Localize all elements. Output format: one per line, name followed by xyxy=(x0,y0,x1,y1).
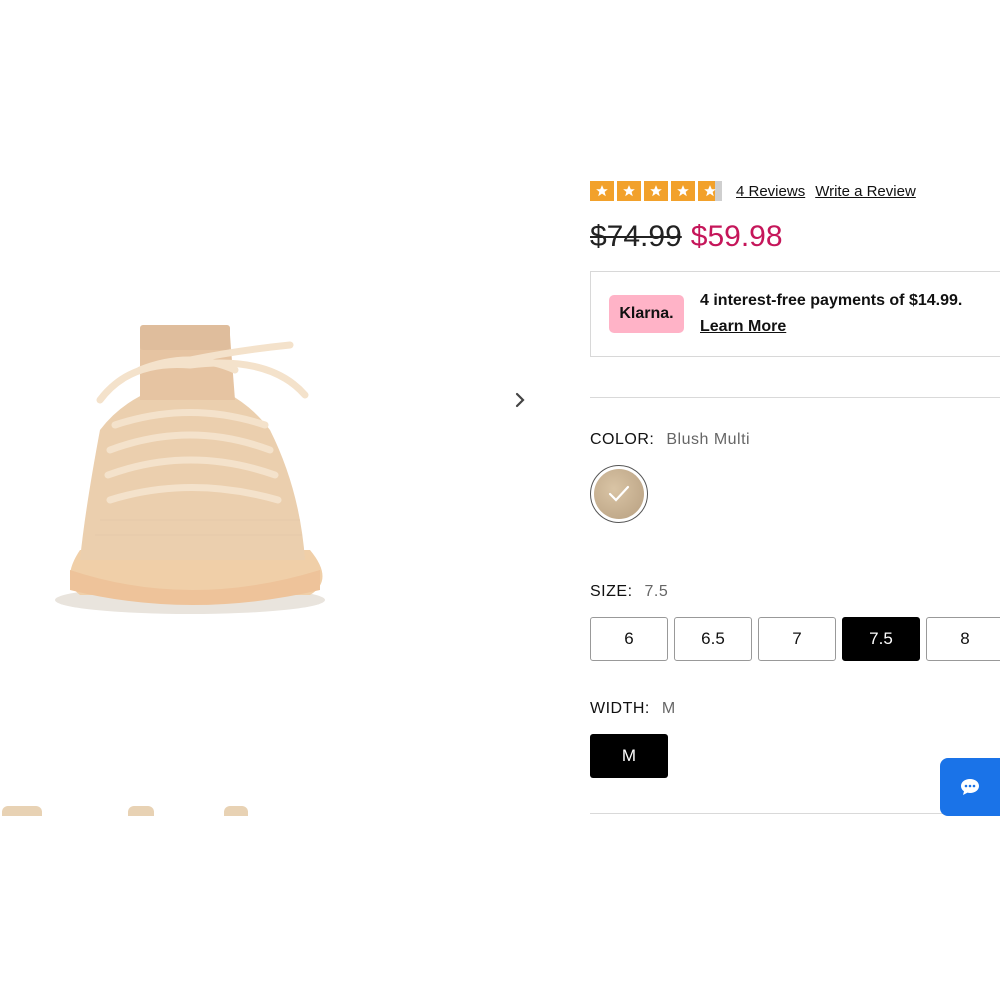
thumbnail-2[interactable] xyxy=(128,806,154,816)
original-price: $74.99 xyxy=(590,220,682,253)
divider xyxy=(590,813,1000,814)
size-option[interactable]: 6.5 xyxy=(674,617,752,661)
write-review-link[interactable]: Write a Review xyxy=(815,183,916,200)
size-label: SIZE: xyxy=(590,583,633,600)
size-option[interactable]: 7 xyxy=(758,617,836,661)
size-option-selected[interactable]: 7.5 xyxy=(842,617,920,661)
next-image-button[interactable] xyxy=(505,385,535,415)
klarna-banner: Klarna. 4 interest-free payments of $14.… xyxy=(590,271,1000,357)
klarna-message: 4 interest-free payments of $14.99. xyxy=(700,292,963,309)
product-details-panel: 4 Reviews Write a Review $74.99 $59.98 K… xyxy=(590,175,1000,820)
thumbnail-1[interactable] xyxy=(2,806,42,816)
swatch-fill xyxy=(594,469,644,519)
sale-price: $59.98 xyxy=(690,220,783,253)
star-rating xyxy=(590,181,722,201)
star-icon xyxy=(671,181,695,201)
color-swatch-blush-multi[interactable] xyxy=(590,465,648,523)
thumbnail-3[interactable] xyxy=(224,806,248,816)
size-option[interactable]: 8 xyxy=(926,617,1000,661)
checkmark-icon xyxy=(608,485,630,502)
reviews-link[interactable]: 4 Reviews xyxy=(736,183,805,200)
chat-bubble-icon xyxy=(961,779,979,795)
star-icon xyxy=(644,181,668,201)
color-value: Blush Multi xyxy=(666,431,751,448)
chat-button[interactable] xyxy=(940,758,1000,816)
chevron-right-icon xyxy=(515,392,525,408)
thumbnail-strip xyxy=(0,800,260,820)
width-option-selected[interactable]: M xyxy=(590,734,668,778)
width-label: WIDTH: xyxy=(590,700,650,717)
price-block: $74.99 $59.98 xyxy=(590,220,783,254)
star-icon xyxy=(617,181,641,201)
size-option[interactable]: 6 xyxy=(590,617,668,661)
color-label-row: COLOR: Blush Multi xyxy=(590,431,750,449)
width-value: M xyxy=(661,700,676,717)
color-label: COLOR: xyxy=(590,431,655,448)
product-page: 4 Reviews Write a Review $74.99 $59.98 K… xyxy=(0,0,1000,1000)
klarna-learn-more-link[interactable]: Learn More xyxy=(700,318,786,336)
product-image xyxy=(55,325,325,614)
klarna-logo: Klarna. xyxy=(609,295,684,333)
width-label-row: WIDTH: M xyxy=(590,700,676,718)
size-options: 6 6.5 7 7.5 8 xyxy=(590,617,1000,661)
product-gallery xyxy=(0,180,540,820)
half-star-icon xyxy=(698,181,722,201)
size-value: 7.5 xyxy=(644,583,669,600)
rating-row: 4 Reviews Write a Review xyxy=(590,180,926,202)
divider xyxy=(590,397,1000,398)
size-label-row: SIZE: 7.5 xyxy=(590,583,668,601)
star-icon xyxy=(590,181,614,201)
